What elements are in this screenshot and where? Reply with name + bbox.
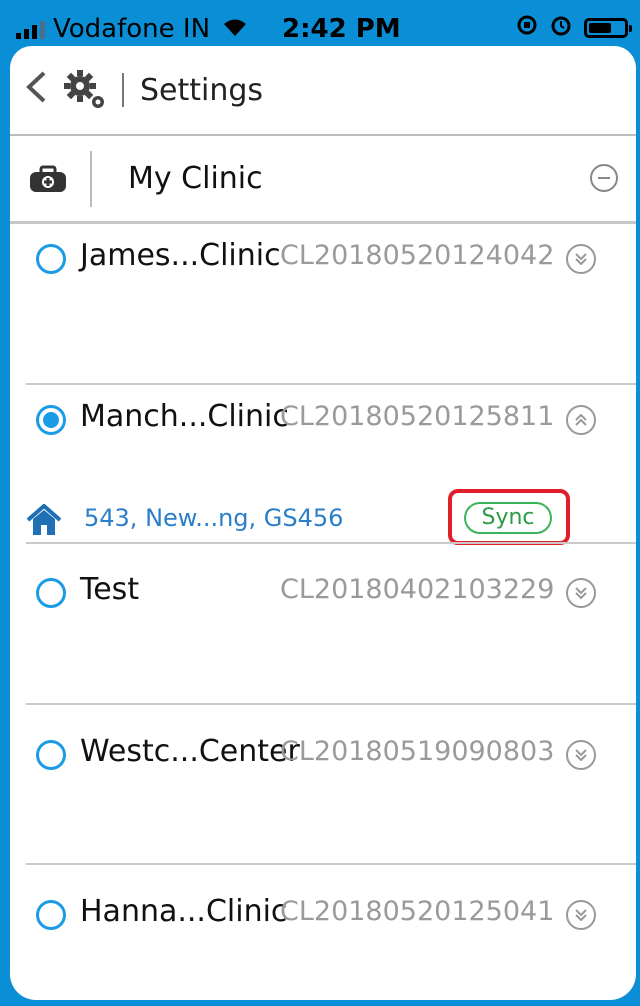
expand-chevron-icon[interactable] bbox=[566, 244, 596, 274]
clinic-item[interactable]: Test CL20180402103229 bbox=[10, 558, 636, 698]
status-time: 2:42 PM bbox=[282, 14, 401, 44]
my-clinic-row[interactable]: My Clinic bbox=[10, 136, 636, 224]
clinic-item[interactable]: James...Clinic CL20180520124042 bbox=[10, 224, 636, 384]
clinic-code: CL20180402103229 bbox=[280, 574, 555, 605]
expand-chevron-icon[interactable] bbox=[566, 740, 596, 770]
radio-button[interactable] bbox=[36, 578, 66, 608]
collapse-chevron-icon[interactable] bbox=[566, 405, 596, 435]
settings-header: Settings bbox=[10, 46, 636, 136]
settings-panel: Settings My Clinic James...Clinic CL2018… bbox=[10, 46, 636, 1000]
clinic-code: CL20180520125041 bbox=[280, 896, 555, 927]
sync-button[interactable]: Sync bbox=[464, 502, 552, 534]
orientation-lock-icon bbox=[516, 14, 538, 42]
clinic-name: Test bbox=[80, 572, 140, 607]
wifi-icon bbox=[222, 14, 248, 44]
page-title: Settings bbox=[140, 72, 264, 108]
alarm-icon bbox=[550, 14, 572, 42]
row-divider bbox=[26, 703, 636, 705]
home-icon bbox=[26, 503, 62, 536]
clinic-code: CL20180520125811 bbox=[280, 401, 555, 432]
expand-chevron-icon[interactable] bbox=[566, 900, 596, 930]
radio-button[interactable] bbox=[36, 740, 66, 770]
clinic-item[interactable]: Westc...Center CL20180519090803 bbox=[10, 720, 636, 860]
signal-icon bbox=[16, 19, 45, 39]
radio-button-selected[interactable] bbox=[36, 405, 66, 435]
clinic-name: Manch...Clinic bbox=[80, 399, 289, 434]
radio-button[interactable] bbox=[36, 900, 66, 930]
expand-chevron-icon[interactable] bbox=[566, 578, 596, 608]
collapse-minus-icon[interactable] bbox=[590, 164, 618, 192]
clinic-name: Hanna...Clinic bbox=[80, 894, 288, 929]
header-divider bbox=[122, 73, 124, 107]
clinic-name: Westc...Center bbox=[80, 734, 300, 769]
clinic-code: CL20180520124042 bbox=[280, 240, 555, 271]
clinic-name: James...Clinic bbox=[80, 238, 281, 273]
battery-icon bbox=[584, 18, 632, 38]
status-right bbox=[516, 14, 632, 42]
row-divider bbox=[26, 863, 636, 865]
clinic-divider bbox=[90, 150, 92, 207]
clinic-code: CL20180519090803 bbox=[280, 736, 555, 767]
radio-button[interactable] bbox=[36, 244, 66, 274]
clinic-bag-icon bbox=[28, 164, 68, 194]
clinic-item[interactable]: Hanna...Clinic CL20180520125041 bbox=[10, 880, 636, 1000]
back-chevron-icon[interactable] bbox=[24, 68, 54, 112]
gears-icon bbox=[64, 68, 108, 112]
clinic-address: 543, New...ng, GS456 bbox=[84, 504, 344, 532]
status-left: Vodafone IN bbox=[16, 14, 248, 44]
carrier-label: Vodafone IN bbox=[53, 14, 211, 44]
row-divider bbox=[26, 542, 636, 544]
my-clinic-label: My Clinic bbox=[128, 161, 263, 196]
clinic-address-row: 543, New...ng, GS456 Sync bbox=[10, 489, 636, 545]
